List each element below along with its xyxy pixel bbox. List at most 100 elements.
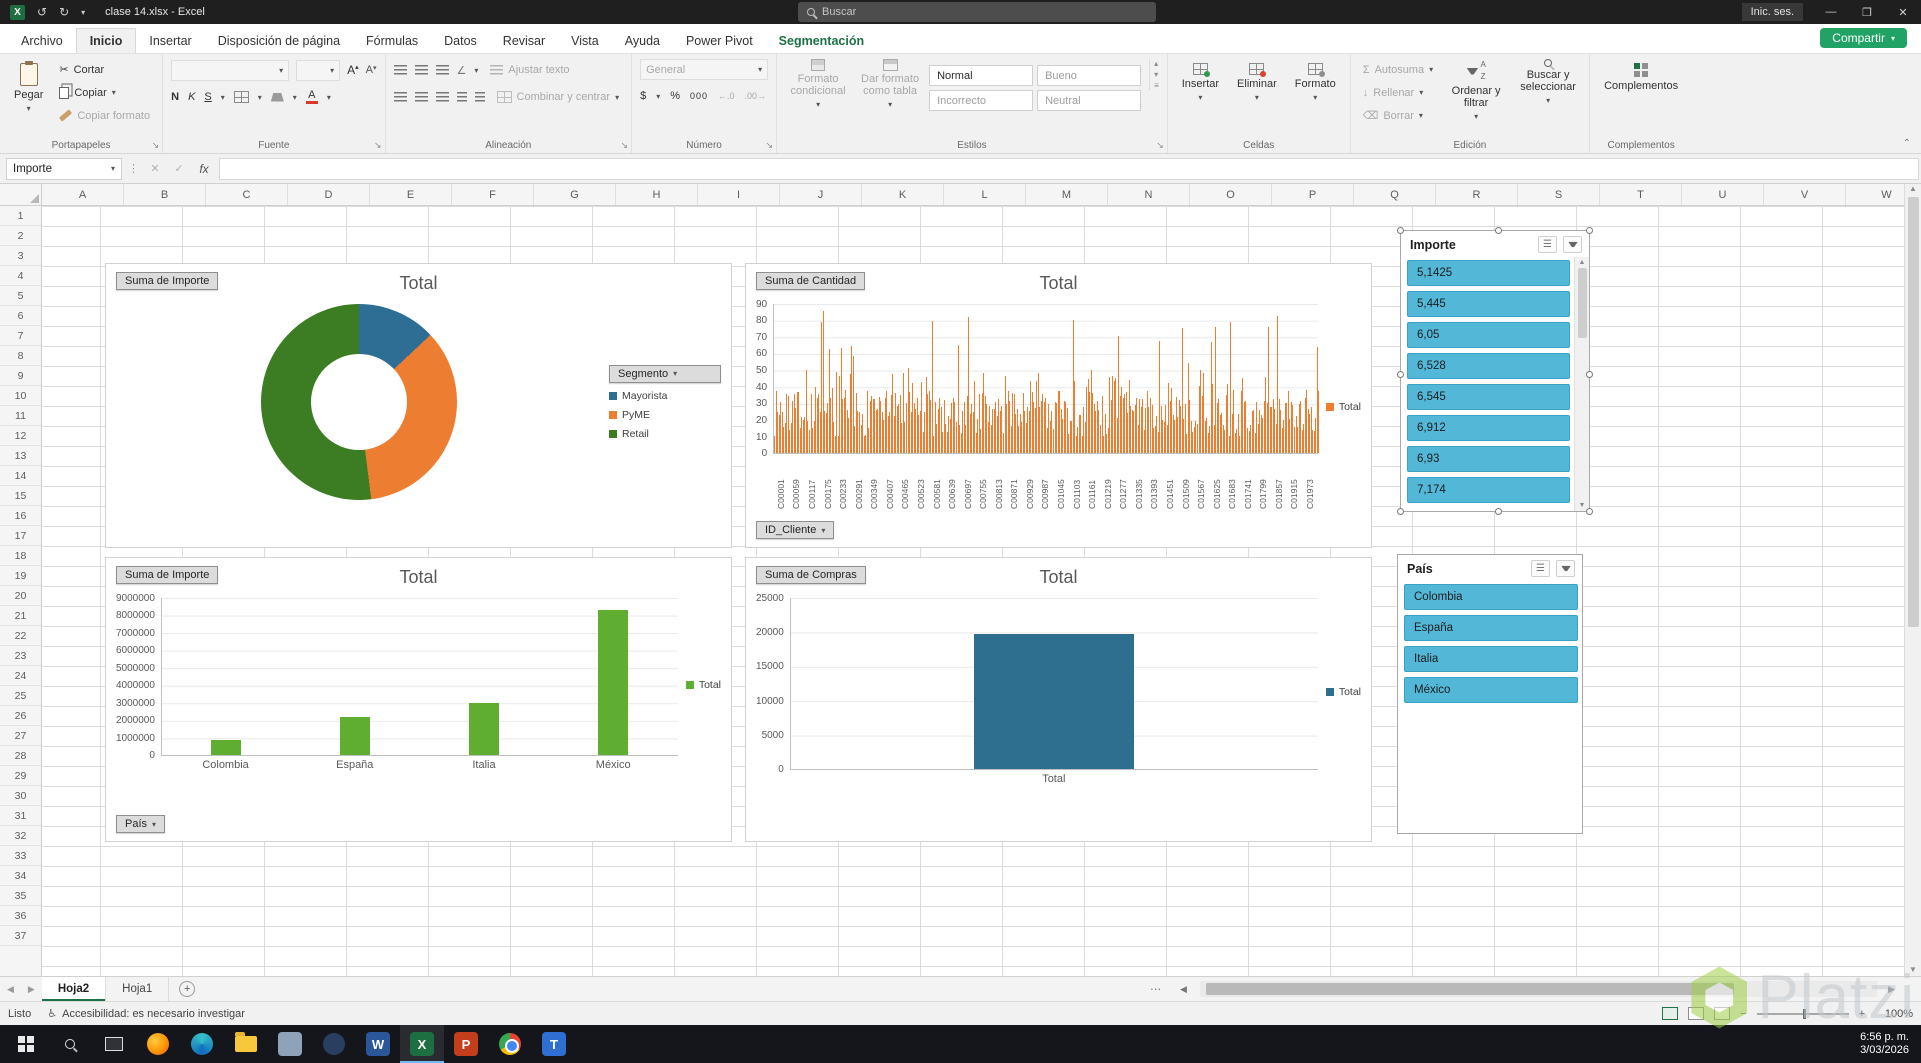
axis-field-button[interactable]: País ▾ [116,815,166,833]
underline-button[interactable]: S [204,91,211,103]
insert-function-icon[interactable]: fx [193,162,215,176]
column-header[interactable]: T [1600,184,1682,205]
column-header[interactable]: L [944,184,1026,205]
style-incorrecto[interactable]: Incorrecto [929,90,1034,111]
slicer-item[interactable]: España [1404,615,1578,641]
row-header[interactable]: 10 [0,386,41,406]
bar-españa[interactable] [340,716,371,755]
clear-button[interactable]: ⌫ Borrar ▾ [1359,105,1437,126]
increase-indent-icon[interactable] [474,92,485,102]
font-size-combo[interactable]: ▾ [296,59,341,81]
sheet-tab[interactable]: Hoja1 [106,977,170,1001]
clear-filter-icon[interactable] [1563,236,1582,253]
row-header[interactable]: 9 [0,366,41,386]
row-header[interactable]: 16 [0,506,41,526]
pivot-field-button[interactable]: Suma de Cantidad [756,272,866,290]
zoom-out-icon[interactable]: − [1740,1008,1746,1020]
scrollbar-thumb[interactable] [1577,268,1587,338]
align-left-icon[interactable] [393,92,407,102]
row-header[interactable]: 27 [0,726,41,746]
align-center-icon[interactable] [414,92,428,102]
borders-icon[interactable] [233,91,249,103]
scrollbar-thumb[interactable] [1206,983,1735,995]
selection-handle[interactable] [1586,508,1593,515]
bold-button[interactable]: N [171,91,179,103]
sheet-tab[interactable]: Hoja2 [41,977,107,1001]
row-header[interactable]: 6 [0,306,41,326]
dialog-launcher-icon[interactable]: ↘ [152,140,160,151]
style-normal[interactable]: Normal [929,65,1034,86]
taskbar-search-icon[interactable] [48,1025,92,1063]
slicer-item[interactable]: 6,05 [1407,322,1570,348]
start-button[interactable] [4,1025,48,1063]
style-neutral[interactable]: Neutral [1037,90,1142,111]
font-color-button[interactable]: A [305,90,318,104]
decrease-font-size-button[interactable]: A▾ [366,64,377,76]
ribbon-tab[interactable]: Revisar [490,29,558,53]
axis-field-button[interactable]: ID_Cliente ▾ [756,521,835,539]
addins-button[interactable]: Complementos [1598,59,1684,96]
taskbar-clock[interactable]: 6:56 p. m. 3/03/2026 [1860,1031,1921,1057]
column-header[interactable]: V [1764,184,1846,205]
hscroll-right-icon[interactable]: ▶ [1888,977,1895,1001]
column-header[interactable]: Q [1354,184,1436,205]
column-header[interactable]: P [1272,184,1354,205]
copy-button[interactable]: Copiar ▾ [55,82,154,103]
row-header[interactable]: 4 [0,266,41,286]
zoom-app-icon[interactable] [268,1025,312,1063]
row-header[interactable]: 15 [0,486,41,506]
merge-center-button[interactable]: Combinar y centrar ▾ [493,87,624,108]
row-header[interactable]: 17 [0,526,41,546]
row-header[interactable]: 34 [0,866,41,886]
number-format-combo[interactable]: General ▾ [640,59,769,80]
undo-icon[interactable]: ↺ [37,5,47,19]
ribbon-tab[interactable]: Fórmulas [353,29,431,53]
share-button[interactable]: Compartir ▾ [1820,28,1907,48]
row-header[interactable]: 20 [0,586,41,606]
cut-button[interactable]: ✂ Cortar [55,59,154,80]
style-bueno[interactable]: Bueno [1037,65,1142,86]
slicer-item[interactable]: 6,528 [1407,353,1570,379]
row-header[interactable]: 25 [0,686,41,706]
row-header[interactable]: 36 [0,906,41,926]
formula-bar-splitter[interactable]: ⋮ [126,162,141,175]
search-box[interactable]: Buscar [798,2,1156,22]
edge-icon[interactable] [180,1025,224,1063]
steam-icon[interactable] [312,1025,356,1063]
percent-format-button[interactable]: % [670,90,680,102]
row-header[interactable]: 5 [0,286,41,306]
column-header[interactable]: J [780,184,862,205]
sheet-nav-left-icon[interactable]: ◀ [0,984,21,995]
multi-select-icon[interactable]: ☰ [1538,236,1557,253]
column-header[interactable]: G [534,184,616,205]
redo-icon[interactable]: ↻ [59,5,69,19]
pivot-chart-cantidad-columns[interactable]: Suma de Cantidad Total 90 80 70 60 50 40 30 20 10 0… [745,263,1372,548]
bar-méxico[interactable] [598,610,629,755]
row-header[interactable]: 22 [0,626,41,646]
add-sheet-button[interactable]: + [179,981,196,997]
ribbon-tab[interactable]: Power Pivot [673,29,766,53]
selection-handle[interactable] [1397,371,1404,378]
selection-handle[interactable] [1495,508,1502,515]
selection-handle[interactable] [1586,371,1593,378]
selection-handle[interactable] [1397,508,1404,515]
pivot-field-button[interactable]: Suma de Importe [116,272,219,290]
zoom-thumb[interactable] [1802,1008,1806,1019]
font-name-combo[interactable]: ▾ [171,59,290,81]
word-icon[interactable]: W [356,1025,400,1063]
format-cells-button[interactable]: Formato ▾ [1289,59,1342,106]
horizontal-scrollbar[interactable] [1200,981,1877,997]
column-header[interactable]: F [452,184,534,205]
column-header[interactable]: N [1108,184,1190,205]
multi-select-icon[interactable]: ☰ [1531,560,1550,577]
increase-decimal-button[interactable]: ←.0 [718,91,735,101]
align-right-icon[interactable] [435,92,449,102]
delete-cells-button[interactable]: Eliminar ▾ [1231,59,1283,106]
gallery-more-icon[interactable]: ≡ [1154,81,1159,90]
row-header[interactable]: 24 [0,666,41,686]
file-explorer-icon[interactable] [224,1025,268,1063]
zoom-in-icon[interactable]: + [1859,1008,1865,1020]
comma-format-button[interactable]: 000 [690,91,708,101]
row-header[interactable]: 30 [0,786,41,806]
pivot-chart-compras[interactable]: Suma de Compras Total 25000 20000 15000 10000… [745,557,1372,842]
